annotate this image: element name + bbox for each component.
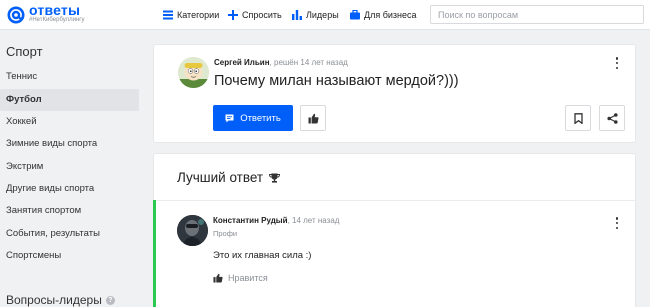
cartoon-avatar-image: [178, 57, 209, 88]
photo-avatar-image: [177, 215, 208, 246]
sidebar-item-winter-sports[interactable]: Зимние виды спорта: [0, 133, 139, 155]
sidebar: Спорт Теннис Футбол Хоккей Зимние виды с…: [0, 31, 145, 307]
best-answer-card: Лучший ответ Константин Рудый, 14 лет на…: [153, 153, 636, 307]
sidebar-item-tennis[interactable]: Теннис: [0, 66, 139, 88]
bookmark-icon: [573, 112, 583, 124]
sidebar-item-events[interactable]: События, результаты: [0, 223, 139, 245]
nav-ask[interactable]: Спросить: [228, 0, 282, 30]
nav-ask-label: Спросить: [242, 10, 282, 20]
search-input[interactable]: [430, 5, 644, 24]
nav-categories-label: Категории: [177, 10, 220, 20]
question-title: Почему милан называют мердой?))): [214, 73, 459, 89]
sidebar-title: Спорт: [6, 44, 43, 59]
question-card: Сергей Ильин, решён 14 лет назад Почему …: [153, 44, 636, 143]
answer-more-menu-icon[interactable]: [612, 216, 622, 230]
share-icon: [606, 112, 618, 124]
thumbs-up-icon: [308, 113, 319, 123]
sidebar-item-hockey[interactable]: Хоккей: [0, 111, 139, 133]
leaders-chart-icon: [292, 10, 302, 20]
question-like-button[interactable]: [300, 105, 326, 131]
question-meta: , решён 14 лет назад: [269, 58, 348, 67]
share-button[interactable]: [599, 105, 625, 131]
question-author-line: Сергей Ильин, решён 14 лет назад: [214, 58, 348, 67]
answer-author-avatar[interactable]: [177, 215, 208, 246]
bookmark-button[interactable]: [565, 105, 591, 131]
sidebar-leaders-heading: Вопросы-лидеры ?: [6, 293, 115, 307]
sidebar-item-training[interactable]: Занятия спортом: [0, 200, 139, 222]
answer-button[interactable]: Ответить: [213, 105, 293, 131]
answer-like-button[interactable]: Нравится: [213, 273, 268, 283]
sidebar-item-extreme[interactable]: Экстрим: [0, 156, 139, 178]
answer-like-label: Нравится: [228, 273, 268, 283]
sidebar-leaders-title: Вопросы-лидеры: [6, 293, 102, 307]
thumbs-up-icon: [213, 273, 223, 283]
nav-business[interactable]: Для бизнеса: [350, 0, 417, 30]
logo-tagline: #НетКибербуллингу: [29, 17, 85, 23]
sidebar-item-football[interactable]: Футбол: [0, 89, 139, 111]
divider: [154, 200, 635, 201]
best-answer-accent-stripe: [153, 200, 156, 307]
plus-icon: [228, 10, 238, 20]
nav-categories[interactable]: Категории: [163, 0, 219, 30]
trophy-icon: [269, 173, 281, 183]
question-author-name[interactable]: Сергей Ильин: [214, 58, 270, 67]
logo[interactable]: ответы #НетКибербуллингу: [6, 3, 84, 25]
sidebar-item-other-sports[interactable]: Другие виды спорта: [0, 178, 139, 200]
question-author-avatar[interactable]: [178, 57, 209, 88]
best-answer-title: Лучший ответ: [177, 170, 264, 185]
nav-business-label: Для бизнеса: [364, 10, 417, 20]
logo-name: ответы: [29, 2, 81, 18]
sidebar-item-athletes[interactable]: Спортсмены: [0, 245, 139, 267]
answer-button-label: Ответить: [240, 112, 281, 124]
answer-author-line: Константин Рудый, 14 лет назад: [213, 216, 339, 225]
best-answer-heading: Лучший ответ: [177, 170, 281, 185]
question-more-menu-icon[interactable]: [612, 56, 622, 70]
at-sign-logo-icon: [7, 6, 25, 24]
nav-leaders-label: Лидеры: [306, 10, 339, 20]
comment-icon: [225, 114, 234, 122]
answer-author-name[interactable]: Константин Рудый: [213, 216, 288, 225]
info-icon[interactable]: ?: [105, 295, 115, 305]
nav-leaders[interactable]: Лидеры: [292, 0, 339, 30]
categories-icon: [163, 10, 173, 20]
answer-meta: , 14 лет назад: [287, 216, 340, 225]
briefcase-icon: [350, 10, 360, 20]
answer-text: Это их главная сила :): [213, 250, 312, 261]
top-bar: ответы #НетКибербуллингу Категории Спрос…: [0, 0, 650, 30]
answer-author-role: Профи: [213, 229, 238, 238]
